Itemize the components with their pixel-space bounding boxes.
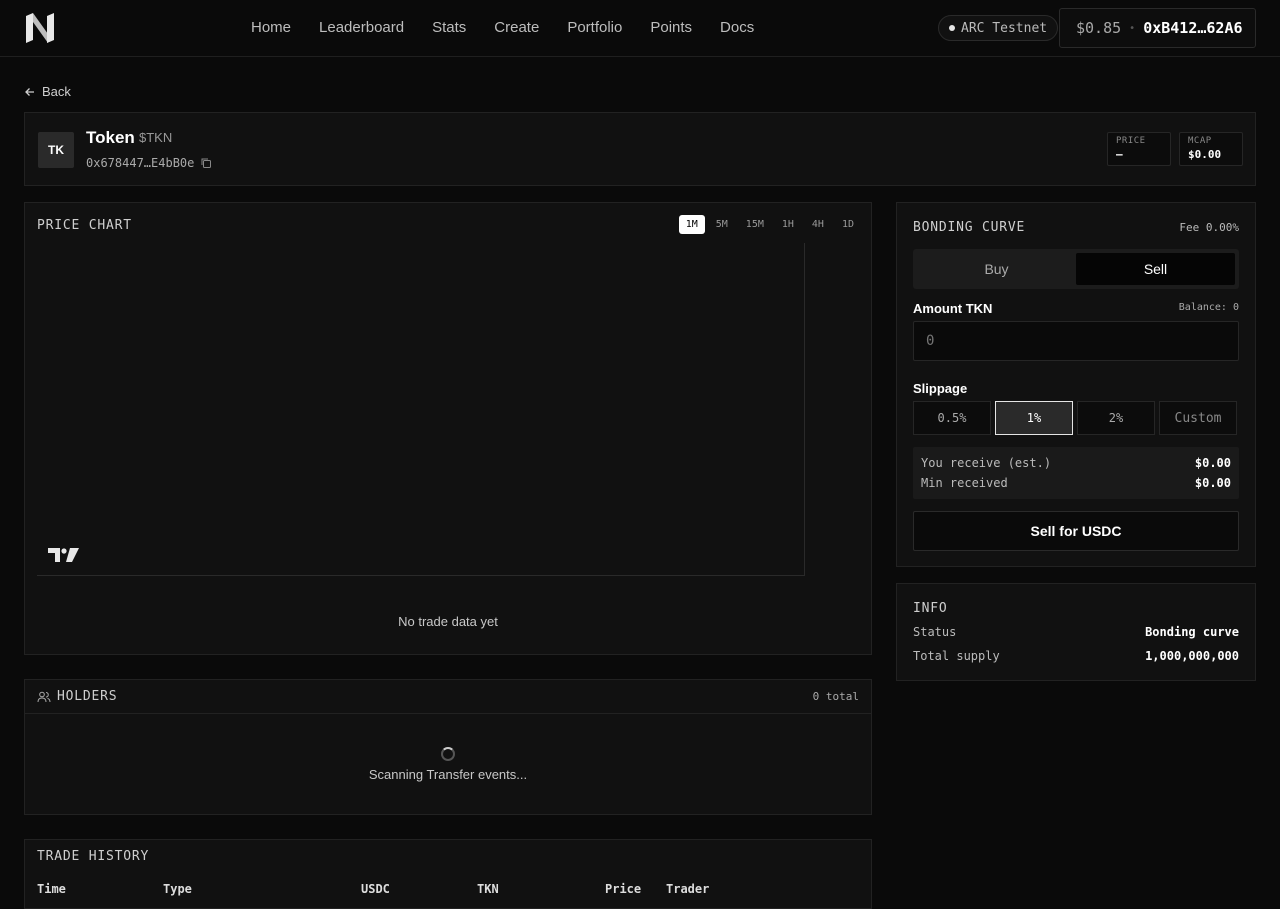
holders-total: 0 total	[812, 690, 859, 703]
mcap-stat-label: MCAP	[1188, 136, 1212, 146]
receive-row: You receive (est.) $0.00	[921, 456, 1231, 470]
nav-stats[interactable]: Stats	[432, 18, 466, 38]
amount-label: Amount TKN	[913, 301, 993, 316]
column-usdc: USDC	[361, 882, 390, 896]
wallet-button[interactable]: $0.85 • 0xB412…62A6	[1059, 8, 1256, 48]
slippage-options: 0.5% 1% 2% Custom	[913, 401, 1237, 435]
buy-sell-toggle: Buy Sell	[913, 249, 1239, 289]
tradingview-logo-icon[interactable]	[48, 546, 80, 564]
network-name: ARC Testnet	[961, 20, 1048, 36]
price-stat-label: PRICE	[1116, 136, 1146, 146]
holders-title: HOLDERS	[57, 689, 118, 704]
column-type: Type	[163, 882, 192, 896]
min-received-value: $0.00	[1194, 476, 1231, 490]
token-header-card: TK Token $TKN 0x678447…E4bB0e PRICE — MC…	[24, 112, 1256, 186]
min-received-label: Min received	[921, 476, 1008, 490]
bonding-curve-card: BONDING CURVE Fee 0.00% Buy Sell Amount …	[896, 202, 1256, 567]
info-title: INFO	[913, 601, 948, 616]
mcap-stat: MCAP $0.00	[1179, 132, 1243, 166]
nav-create[interactable]: Create	[494, 18, 539, 38]
trade-history-card: TRADE HISTORY Time Type USDC TKN Price T…	[24, 839, 872, 909]
sell-submit-button[interactable]: Sell for USDC	[913, 511, 1239, 551]
back-label: Back	[42, 84, 71, 99]
trade-history-header: Time Type USDC TKN Price Trader	[37, 882, 857, 898]
back-link[interactable]: Back	[24, 84, 71, 99]
trade-history-title: TRADE HISTORY	[37, 849, 150, 864]
receive-value: $0.00	[1194, 456, 1231, 470]
slippage-option-2[interactable]: 2%	[1077, 401, 1155, 435]
total-supply-label: Total supply	[913, 649, 1000, 663]
timeframe-1d[interactable]: 1D	[835, 215, 861, 234]
timeframe-15m[interactable]: 15M	[739, 215, 771, 234]
price-chart-title: PRICE CHART	[37, 218, 132, 233]
nav-home[interactable]: Home	[251, 18, 291, 38]
receive-summary: You receive (est.) $0.00 Min received $0…	[913, 447, 1239, 499]
amount-input[interactable]	[913, 321, 1239, 361]
arrow-left-icon	[25, 87, 34, 96]
holders-loading-text: Scanning Transfer events...	[368, 767, 528, 782]
status-value: Bonding curve	[1145, 625, 1239, 639]
users-icon	[37, 691, 51, 703]
info-card: INFO Status Bonding curve Total supply 1…	[896, 583, 1256, 681]
nav-portfolio[interactable]: Portfolio	[567, 18, 622, 38]
token-address: 0x678447…E4bB0e	[86, 156, 195, 170]
copy-icon[interactable]	[200, 157, 212, 169]
total-supply-row: Total supply 1,000,000,000	[913, 649, 1239, 663]
timeframe-5m[interactable]: 5M	[709, 215, 735, 234]
status-row: Status Bonding curve	[913, 625, 1239, 639]
network-badge[interactable]: ARC Testnet	[938, 15, 1059, 41]
loading-spinner-icon	[441, 747, 455, 761]
price-stat: PRICE —	[1107, 132, 1171, 166]
holders-header: HOLDERS 0 total	[25, 680, 871, 714]
wallet-address: 0xB412…62A6	[1143, 19, 1243, 37]
wallet-balance: $0.85	[1076, 19, 1122, 37]
min-received-row: Min received $0.00	[921, 476, 1231, 490]
token-address-row: 0x678447…E4bB0e	[86, 156, 212, 170]
nav-points[interactable]: Points	[650, 18, 692, 38]
token-symbol: $TKN	[139, 130, 173, 145]
fee-label: Fee 0.00%	[1179, 221, 1239, 234]
sell-tab[interactable]: Sell	[1076, 253, 1235, 285]
nav-leaderboard[interactable]: Leaderboard	[319, 18, 404, 38]
status-label: Status	[913, 625, 957, 639]
slippage-label: Slippage	[913, 381, 968, 396]
nav-docs[interactable]: Docs	[720, 18, 754, 38]
mcap-stat-value: $0.00	[1188, 148, 1222, 161]
slippage-custom-input[interactable]: Custom	[1159, 401, 1237, 435]
chart-empty-text: No trade data yet	[398, 614, 498, 629]
chart-canvas[interactable]	[37, 243, 805, 576]
column-trader: Trader	[666, 882, 710, 896]
total-supply-value: 1,000,000,000	[1145, 649, 1239, 663]
holders-card: HOLDERS 0 total Scanning Transfer events…	[24, 679, 872, 815]
bonding-curve-title: BONDING CURVE	[913, 220, 1026, 235]
main-nav: Home Leaderboard Stats Create Portfolio …	[251, 18, 754, 38]
timeframe-4h[interactable]: 4H	[805, 215, 831, 234]
buy-tab[interactable]: Buy	[917, 253, 1076, 285]
price-chart-card: PRICE CHART 1M 5M 15M 1H 4H 1D No trade …	[24, 202, 872, 655]
wallet-separator: •	[1129, 22, 1136, 34]
balance-label: Balance: 0	[1178, 302, 1239, 313]
top-bar: Home Leaderboard Stats Create Portfolio …	[0, 0, 1280, 57]
slippage-option-1[interactable]: 1%	[995, 401, 1073, 435]
timeframe-1h[interactable]: 1H	[775, 215, 801, 234]
token-avatar: TK	[38, 132, 74, 168]
receive-label: You receive (est.)	[921, 456, 1052, 470]
column-price: Price	[605, 882, 642, 896]
column-tkn: TKN	[477, 882, 499, 896]
network-status-dot	[949, 25, 955, 31]
token-name: Token	[86, 128, 135, 147]
timeframe-selector: 1M 5M 15M 1H 4H 1D	[678, 215, 861, 234]
timeframe-1m[interactable]: 1M	[678, 215, 705, 234]
slippage-option-0-5[interactable]: 0.5%	[913, 401, 991, 435]
column-time: Time	[37, 882, 66, 896]
price-stat-value: —	[1116, 148, 1123, 161]
logo-icon[interactable]	[24, 12, 56, 44]
